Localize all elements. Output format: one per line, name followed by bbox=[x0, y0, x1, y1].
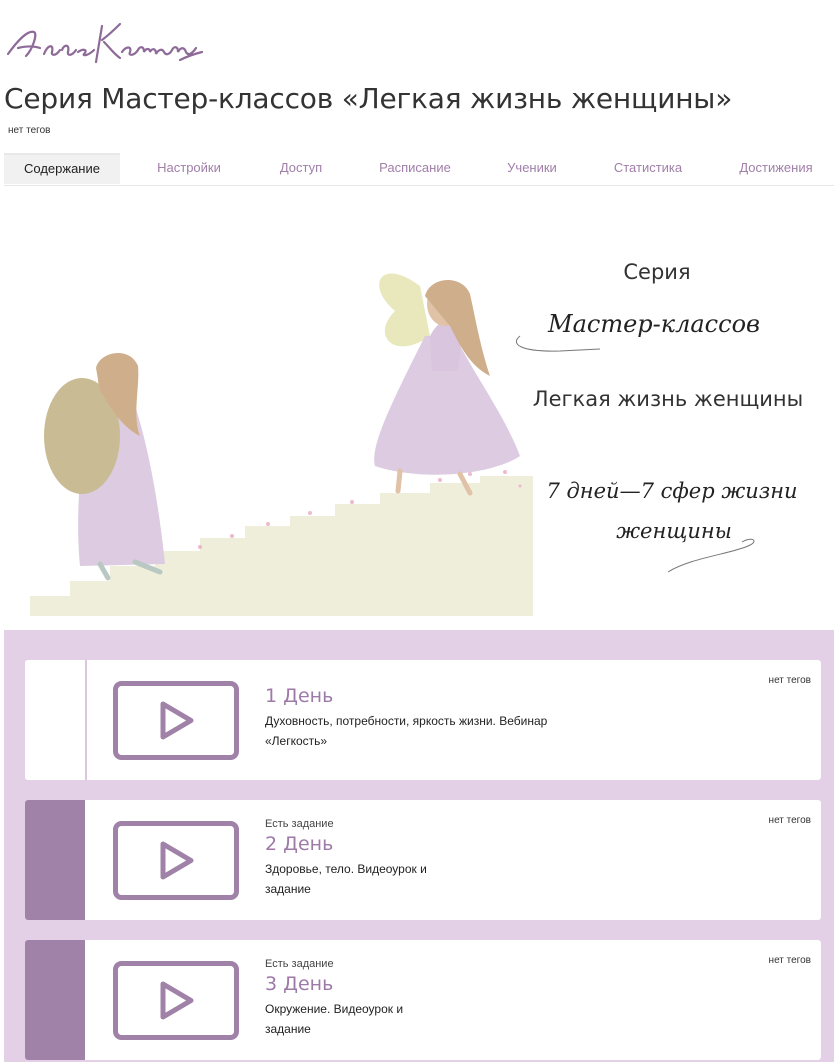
lesson-tags: нет тегов bbox=[768, 955, 811, 966]
lesson-description: Здоровье, тело. Видеоурок и bbox=[265, 862, 427, 876]
tab-students[interactable]: Ученики bbox=[486, 153, 578, 184]
lesson-title[interactable]: 1 День bbox=[265, 685, 595, 707]
lesson-status-stripe bbox=[25, 660, 87, 780]
tab-access[interactable]: Доступ bbox=[258, 153, 344, 184]
lesson-card[interactable]: Есть задание 3 День Окружение. Видеоурок… bbox=[25, 940, 821, 1060]
tab-achievements[interactable]: Достижения bbox=[718, 153, 834, 184]
lesson-description: Духовность, потребности, яркость жизни. … bbox=[265, 714, 548, 728]
lesson-description: Окружение. Видеоурок и bbox=[265, 1002, 404, 1016]
task-badge: Есть задание bbox=[265, 958, 334, 970]
decorative-swash bbox=[515, 335, 601, 352]
video-play-icon[interactable] bbox=[113, 821, 239, 900]
tab-settings[interactable]: Настройки bbox=[120, 153, 258, 184]
lesson-card[interactable]: 1 День Духовность, потребности, яркость … bbox=[25, 660, 821, 780]
lesson-title[interactable]: 3 День bbox=[265, 973, 595, 995]
girl-with-backpack-illustration bbox=[44, 353, 165, 581]
video-play-icon[interactable] bbox=[113, 961, 239, 1040]
banner-line-5: женщины bbox=[616, 519, 732, 543]
task-badge: Есть задание bbox=[265, 818, 334, 830]
fairy-girl-illustration bbox=[374, 273, 520, 496]
lesson-description: «Легкость» bbox=[265, 734, 328, 748]
lesson-status-stripe bbox=[25, 940, 85, 1060]
brand-logo[interactable] bbox=[4, 10, 204, 70]
lessons-panel: 1 День Духовность, потребности, яркость … bbox=[4, 630, 834, 1062]
lesson-description: задание bbox=[265, 882, 311, 896]
lesson-status-stripe bbox=[25, 800, 85, 920]
banner-line-2: Мастер-классов bbox=[547, 310, 760, 338]
course-tags: нет тегов bbox=[8, 125, 51, 136]
lesson-title[interactable]: 2 День bbox=[265, 833, 595, 855]
decorative-swash bbox=[667, 538, 755, 573]
banner-line-4: 7 дней—7 сфер жизни bbox=[546, 479, 797, 503]
page-title: Серия Мастер-классов «Легкая жизнь женщи… bbox=[4, 82, 733, 115]
lesson-tags: нет тегов bbox=[768, 815, 811, 826]
banner-line-1: Серия bbox=[623, 260, 690, 284]
lesson-tags: нет тегов bbox=[768, 675, 811, 686]
tab-bar: Содержание Настройки Доступ Расписание У… bbox=[4, 153, 834, 186]
tab-statistics[interactable]: Статистика bbox=[578, 153, 718, 184]
course-banner: Серия Мастер-классов Легкая жизнь женщин… bbox=[30, 260, 803, 616]
tab-content[interactable]: Содержание bbox=[4, 153, 120, 184]
lesson-card[interactable]: Есть задание 2 День Здоровье, тело. Виде… bbox=[25, 800, 821, 920]
video-play-icon[interactable] bbox=[113, 681, 239, 760]
lesson-description: задание bbox=[265, 1022, 311, 1036]
banner-line-3: Легкая жизнь женщины bbox=[533, 387, 803, 411]
tab-schedule[interactable]: Расписание bbox=[344, 153, 486, 184]
